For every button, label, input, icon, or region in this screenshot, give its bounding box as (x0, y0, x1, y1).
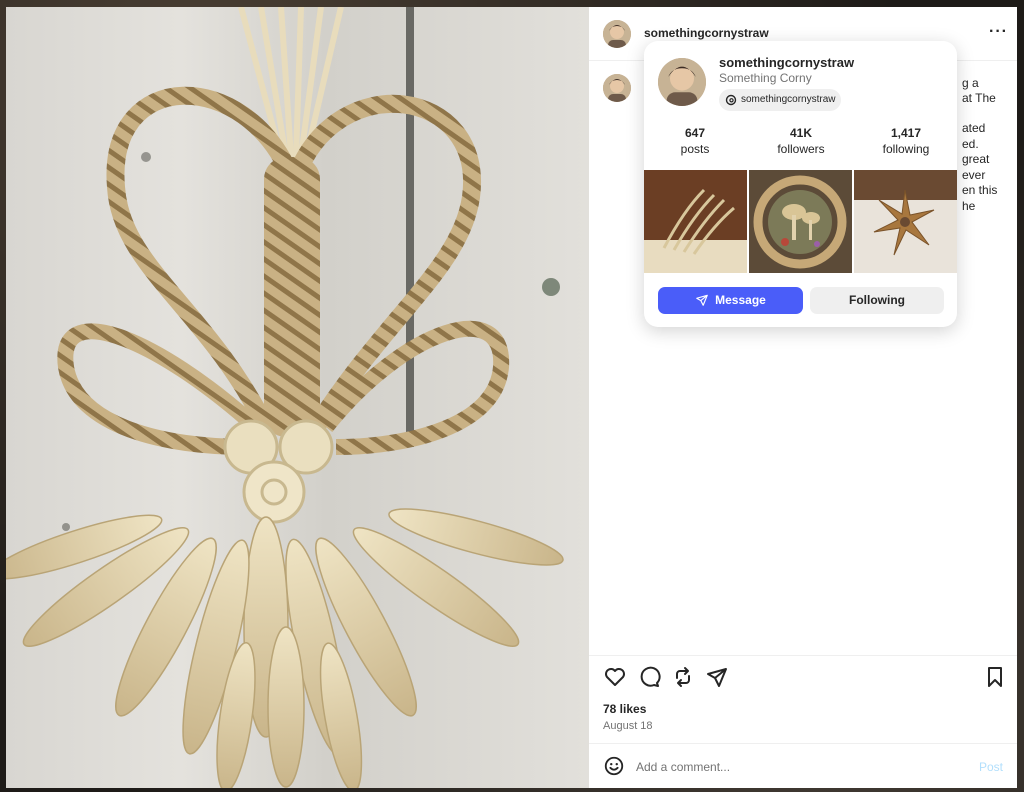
recent-posts-grid (644, 170, 957, 273)
straw-craft-illustration (6, 7, 564, 788)
caption-text-fragment: ated (962, 121, 986, 135)
stat-posts[interactable]: 647 posts (645, 126, 745, 156)
avatar-photo (603, 20, 631, 48)
post-comment-button[interactable]: Post (979, 760, 1003, 774)
profile-hover-card: somethingcornystraw Something Corny some… (644, 41, 957, 327)
post-date[interactable]: August 18 (603, 720, 653, 732)
caption-text-fragment: g a (962, 76, 979, 90)
stat-value: 647 (684, 126, 706, 140)
caption-text-fragment: ed. (962, 137, 979, 151)
caption-text-fragment: great (962, 152, 990, 166)
heart-icon[interactable] (603, 665, 627, 689)
caption-text-fragment: ever (962, 168, 986, 182)
bookmark-icon[interactable] (983, 665, 1007, 689)
stat-followers[interactable]: 41K followers (751, 126, 851, 156)
caption-text-fragment: he (962, 199, 976, 213)
stat-label: posts (680, 142, 710, 156)
post-author-username[interactable]: somethingcornystraw (644, 26, 769, 40)
repost-icon[interactable] (671, 665, 695, 689)
avatar[interactable] (658, 58, 706, 106)
card-username[interactable]: somethingcornystraw (719, 55, 854, 70)
comment-bar: Post (589, 743, 1017, 788)
stat-value: 41K (789, 126, 812, 140)
caption-text-fragment: en this (962, 183, 998, 197)
threads-icon (725, 94, 737, 106)
recent-post-thumbnail[interactable] (644, 170, 747, 273)
stat-value: 1,417 (890, 126, 922, 140)
actions-divider (589, 655, 1017, 656)
avatar-photo (603, 74, 631, 102)
message-button[interactable]: Message (658, 287, 803, 314)
comment-input[interactable] (636, 758, 956, 776)
share-icon[interactable] (705, 665, 729, 689)
following-button[interactable]: Following (810, 287, 944, 314)
threads-handle: somethingcornystraw (741, 94, 836, 105)
stat-label: following (882, 142, 930, 156)
stat-following[interactable]: 1,417 following (856, 126, 956, 156)
comment-icon[interactable] (637, 665, 661, 689)
likes-count[interactable]: 78 likes (603, 702, 646, 716)
avatar[interactable] (603, 20, 631, 48)
recent-post-thumbnail[interactable] (854, 170, 957, 273)
avatar-photo (658, 58, 706, 106)
caption-text-fragment: at The (962, 91, 996, 105)
card-full-name: Something Corny (719, 71, 812, 85)
emoji-icon[interactable] (603, 755, 627, 779)
threads-link[interactable]: somethingcornystraw (719, 89, 842, 111)
send-icon (696, 294, 708, 306)
stat-label: followers (777, 142, 825, 156)
more-icon[interactable]: ··· (989, 24, 1011, 40)
caption-avatar[interactable] (603, 74, 631, 102)
post-image (6, 7, 589, 788)
message-button-label: Message (715, 293, 766, 307)
recent-post-thumbnail[interactable] (749, 170, 852, 273)
